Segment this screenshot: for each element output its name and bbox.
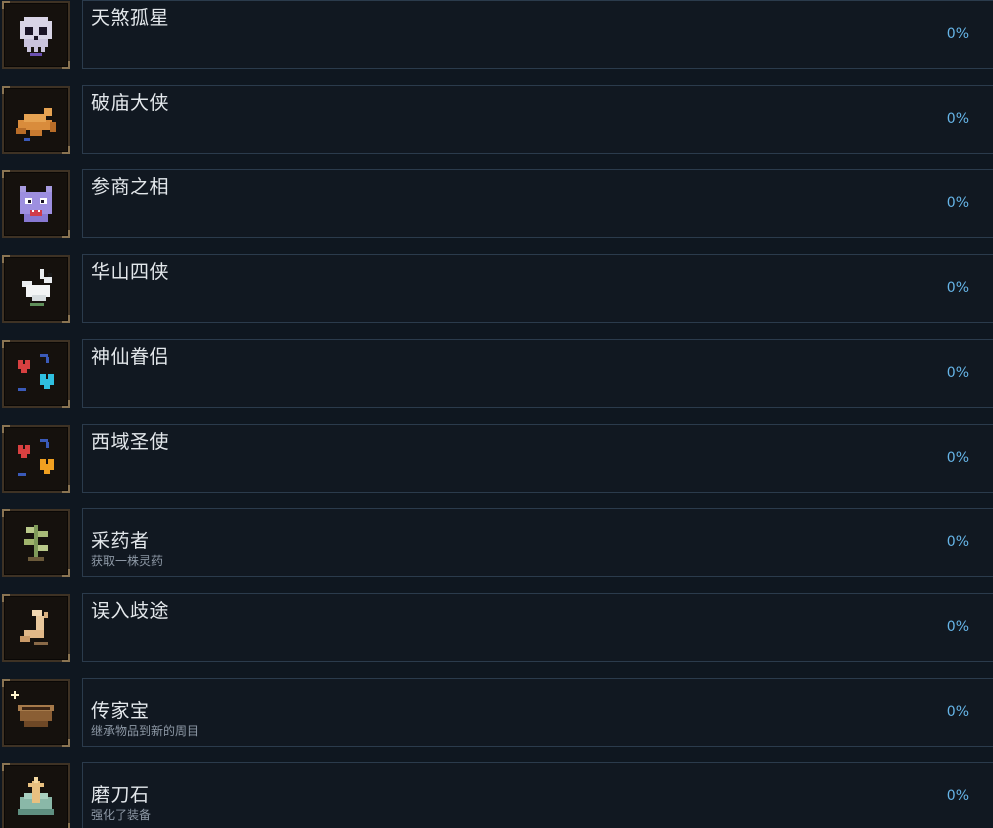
achievement-panel: 磨刀石 强化了装备 0% bbox=[82, 762, 993, 828]
red-blue-hearts-icon bbox=[18, 353, 54, 391]
achievement-description: 获取一株灵药 bbox=[91, 554, 164, 569]
herb-icon bbox=[24, 525, 48, 562]
achievement-row[interactable]: 破庙大侠 0% bbox=[0, 84, 993, 157]
achievement-panel: 西域圣使 0% bbox=[82, 423, 993, 493]
achievement-row[interactable]: 西域圣使 0% bbox=[0, 423, 993, 496]
achievement-icon-frame bbox=[2, 424, 70, 493]
achievement-panel: 参商之相 0% bbox=[82, 169, 993, 239]
achievement-icon-frame bbox=[2, 339, 70, 408]
bowl-icon bbox=[11, 690, 54, 727]
achievement-row[interactable]: 传家宝 继承物品到新的周目 0% bbox=[0, 677, 993, 750]
achievement-icon-frame bbox=[2, 678, 70, 747]
skull-icon bbox=[20, 17, 52, 56]
achievement-icon-frame bbox=[2, 1, 70, 69]
achievement-panel: 采药者 获取一株灵药 0% bbox=[82, 508, 993, 578]
achievement-title: 西域圣使 bbox=[91, 430, 170, 453]
achievement-description: 继承物品到新的周目 bbox=[91, 723, 200, 738]
achievement-row[interactable]: 磨刀石 强化了装备 0% bbox=[0, 762, 993, 828]
achievement-description: 强化了装备 bbox=[91, 808, 152, 823]
achievement-row[interactable]: 误入歧途 0% bbox=[0, 592, 993, 665]
achievement-title: 误入歧途 bbox=[91, 599, 170, 622]
purple-demon-face-icon bbox=[20, 186, 52, 223]
achievement-row[interactable]: 神仙眷侣 0% bbox=[0, 338, 993, 411]
white-crane-icon bbox=[22, 269, 52, 307]
crescent-arm-icon bbox=[20, 609, 48, 645]
achievement-icon-frame bbox=[2, 509, 70, 578]
unlock-percent: 0% bbox=[946, 534, 969, 551]
achievement-panel: 华山四侠 0% bbox=[82, 254, 993, 324]
achievement-title: 破庙大侠 bbox=[91, 91, 170, 114]
fallen-fox-icon bbox=[16, 107, 56, 141]
achievement-title: 神仙眷侣 bbox=[91, 345, 170, 368]
red-orange-hearts-icon bbox=[18, 438, 54, 476]
achievement-icon-frame bbox=[2, 763, 70, 828]
unlock-percent: 0% bbox=[946, 449, 969, 466]
achievement-icon-frame bbox=[2, 255, 70, 324]
achievement-title: 参商之相 bbox=[91, 176, 170, 199]
achievement-icon-frame bbox=[2, 170, 70, 239]
achievement-icon-frame bbox=[2, 85, 70, 154]
achievement-title: 天煞孤星 bbox=[91, 7, 170, 29]
achievement-panel: 传家宝 继承物品到新的周目 0% bbox=[82, 677, 993, 747]
achievement-title: 磨刀石 bbox=[91, 784, 150, 807]
unlock-percent: 0% bbox=[946, 703, 969, 720]
unlock-percent: 0% bbox=[946, 110, 969, 127]
achievement-row[interactable]: 天煞孤星 0% bbox=[0, 0, 993, 72]
unlock-percent: 0% bbox=[946, 364, 969, 381]
whetstone-upgrade-icon bbox=[18, 777, 54, 816]
achievement-icon-frame bbox=[2, 593, 70, 662]
achievement-panel: 天煞孤星 0% bbox=[82, 0, 993, 69]
achievement-row[interactable]: 华山四侠 0% bbox=[0, 254, 993, 326]
achievement-title: 传家宝 bbox=[91, 699, 150, 722]
achievement-row[interactable]: 采药者 获取一株灵药 0% bbox=[0, 508, 993, 580]
achievement-title: 采药者 bbox=[91, 530, 150, 553]
achievement-row[interactable]: 参商之相 0% bbox=[0, 169, 993, 241]
unlock-percent: 0% bbox=[946, 26, 969, 42]
unlock-percent: 0% bbox=[946, 195, 969, 212]
achievement-title: 华山四侠 bbox=[91, 261, 170, 284]
achievement-panel: 误入歧途 0% bbox=[82, 592, 993, 662]
achievement-panel: 破庙大侠 0% bbox=[82, 84, 993, 154]
unlock-percent: 0% bbox=[946, 788, 969, 805]
achievement-panel: 神仙眷侣 0% bbox=[82, 338, 993, 408]
unlock-percent: 0% bbox=[946, 618, 969, 635]
achievement-list: 天煞孤星 0% 破庙大侠 0% 参商之相 0% 华山四侠 0% 神仙眷侣 0% 西域圣使 0% 采药者获… bbox=[0, 0, 993, 828]
unlock-percent: 0% bbox=[946, 280, 969, 297]
